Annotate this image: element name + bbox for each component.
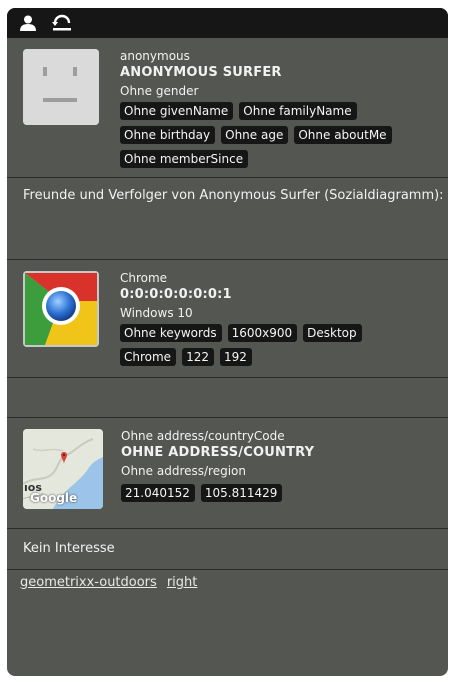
user-name: ANONYMOUS SURFER xyxy=(120,65,282,80)
tag-dpi: 192 xyxy=(219,348,252,366)
revert-icon[interactable] xyxy=(51,12,73,34)
user-section: anonymous ANONYMOUS SURFER Ohne gender O… xyxy=(7,38,448,178)
link-geometrixx-outdoors[interactable]: geometrixx-outdoors xyxy=(20,575,157,590)
tag-browser: Chrome xyxy=(120,348,177,366)
browser-ip: 0:0:0:0:0:0:0:1 xyxy=(120,287,232,302)
avatar xyxy=(23,49,99,125)
empty-section xyxy=(7,378,448,418)
tag-member-since: Ohne memberSince xyxy=(120,150,249,168)
chrome-logo-icon xyxy=(23,271,99,347)
toolbar xyxy=(7,8,448,38)
google-logo-icon: Google xyxy=(30,491,78,505)
social-graph-label: Freunde und Verfolger von Anonymous Surf… xyxy=(23,188,444,203)
tag-family-name: Ohne familyName xyxy=(239,102,357,120)
tag-longitude: 105.811429 xyxy=(200,484,283,502)
user-login: anonymous xyxy=(120,49,190,63)
tag-latitude: 21.040152 xyxy=(121,484,195,502)
tag-device: Desktop xyxy=(303,324,362,342)
geo-country-code: Ohne address/countryCode xyxy=(121,429,285,443)
geo-tags: 21.040152 105.811429 xyxy=(121,484,421,502)
tag-age: Ohne age xyxy=(221,126,289,144)
geo-region: Ohne address/region xyxy=(121,464,246,478)
profile-panel: anonymous ANONYMOUS SURFER Ohne gender O… xyxy=(7,8,448,676)
tag-birthday: Ohne birthday xyxy=(120,126,216,144)
browser-section: Chrome 0:0:0:0:0:0:0:1 Windows 10 Ohne k… xyxy=(7,260,448,378)
browser-os: Windows 10 xyxy=(120,306,193,320)
user-icon[interactable] xyxy=(17,12,39,34)
browser-tags: Ohne keywords 1600x900 Desktop Chrome 12… xyxy=(120,324,420,366)
user-gender: Ohne gender xyxy=(120,84,199,98)
geo-country: OHNE ADDRESS/COUNTRY xyxy=(121,445,315,460)
browser-name: Chrome xyxy=(120,271,168,285)
tag-given-name: Ohne givenName xyxy=(120,102,234,120)
user-tags: Ohne givenName Ohne familyName Ohne birt… xyxy=(120,102,420,168)
tag-about-me: Ohne aboutMe xyxy=(294,126,392,144)
link-right[interactable]: right xyxy=(167,575,198,590)
geolocation-section: ıos Google Ohne address/countryCode OHNE… xyxy=(7,418,448,529)
map-thumbnail[interactable]: ıos Google xyxy=(23,429,103,509)
tag-keywords: Ohne keywords xyxy=(120,324,222,342)
interest-label: Kein Interesse xyxy=(23,541,115,556)
tag-version: 122 xyxy=(182,348,214,366)
social-graph-section: Freunde und Verfolger von Anonymous Surf… xyxy=(7,178,448,260)
footer-links: geometrixx-outdoors right xyxy=(20,575,197,590)
interest-section: Kein Interesse xyxy=(7,529,448,570)
tag-resolution: 1600x900 xyxy=(227,324,298,342)
